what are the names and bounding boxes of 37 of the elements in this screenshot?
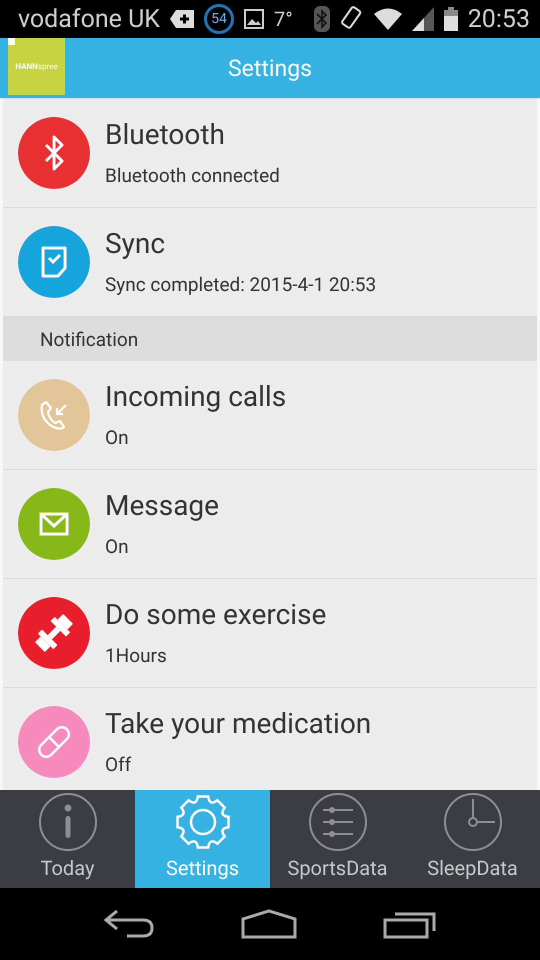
setting-status: On bbox=[105, 427, 130, 449]
home-icon[interactable] bbox=[241, 909, 297, 939]
setting-status: Off bbox=[105, 754, 132, 776]
clock-icon bbox=[442, 792, 502, 852]
nav-tab[interactable]: SportsData bbox=[270, 790, 405, 888]
battery-icon bbox=[444, 7, 458, 31]
clock-time: 20:53 bbox=[468, 4, 530, 34]
temperature-text: 7° bbox=[274, 7, 293, 31]
setting-status: 1Hours bbox=[105, 645, 168, 667]
setting-status: Sync completed: 2015-4-1 20:53 bbox=[105, 274, 376, 296]
setting-title: Take your medication bbox=[105, 708, 372, 740]
setting-status: Bluetooth connected bbox=[105, 165, 280, 187]
setting-title: Incoming calls bbox=[105, 381, 286, 413]
setting-title: Message bbox=[105, 490, 219, 522]
settings-row[interactable]: Message On bbox=[3, 470, 537, 579]
nav-tab[interactable]: Today bbox=[0, 790, 135, 888]
screen-title: Settings bbox=[228, 54, 312, 82]
brand-logo: HANNspree bbox=[8, 38, 65, 95]
nav-tab[interactable]: SleepData bbox=[405, 790, 540, 888]
back-icon[interactable] bbox=[103, 909, 155, 939]
carrier-name: vodafone UK bbox=[18, 4, 160, 34]
section-header: Notification bbox=[3, 317, 537, 361]
info-icon bbox=[38, 792, 98, 852]
setting-status: On bbox=[105, 536, 130, 558]
setting-title: Do some exercise bbox=[105, 599, 326, 631]
settings-row[interactable]: Incoming calls On bbox=[3, 361, 537, 470]
wifi-icon bbox=[374, 8, 402, 30]
image-icon bbox=[244, 9, 264, 29]
setting-title: Bluetooth bbox=[105, 119, 226, 151]
settings-row[interactable]: Bluetooth Bluetooth connected bbox=[3, 99, 537, 208]
settings-row[interactable]: Do some exercise 1Hours bbox=[3, 579, 537, 688]
setting-title: Sync bbox=[105, 228, 166, 260]
plus-tag-icon bbox=[170, 10, 194, 28]
signal-icon bbox=[412, 7, 434, 31]
count-badge: 54 bbox=[204, 4, 234, 34]
bluetooth-icon bbox=[314, 6, 330, 32]
list-icon bbox=[308, 792, 368, 852]
